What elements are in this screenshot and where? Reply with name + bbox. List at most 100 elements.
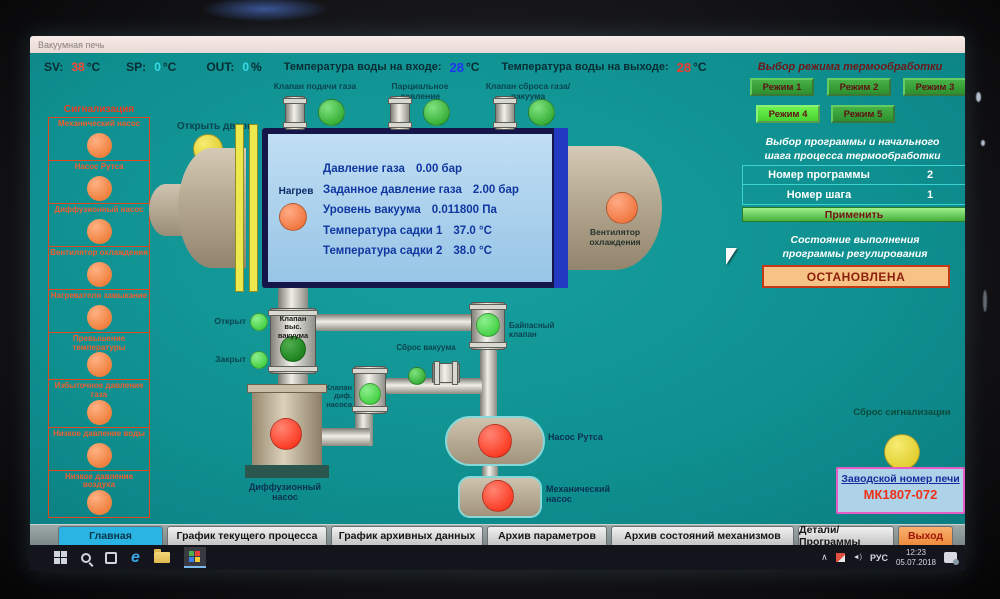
reading-vacuum-level: Уровень вакуума 0.011800 Па — [323, 204, 519, 216]
valve-closed-label: Закрыт — [204, 355, 246, 365]
diffusion-pump-lamp — [270, 418, 302, 450]
tray-flag-icon[interactable] — [836, 553, 845, 562]
step-number-value[interactable]: 1 — [895, 189, 965, 201]
speaker-icon[interactable]: ◄) — [853, 554, 862, 561]
bypass-valve-label: Байпасный клапан — [509, 322, 575, 340]
status-panel-title: Состояние выполнения программы регулиров… — [740, 234, 965, 261]
taskbar-clock[interactable]: 12:23 05.07.2018 — [896, 548, 936, 567]
clock-time: 12:23 — [906, 548, 926, 558]
mode-3-button[interactable]: Режим 3 — [903, 78, 965, 96]
mechanical-pump-label: Механический насос — [546, 484, 632, 504]
valve-open-label: Открыт — [204, 317, 246, 327]
start-button-icon[interactable] — [54, 551, 67, 564]
bypass-valve-lamp — [476, 313, 500, 337]
tab-main[interactable]: Главная — [58, 526, 163, 545]
alarm-label: Низкое давление воздуха — [50, 473, 148, 490]
tab-parts-programs[interactable]: Детали/Программы — [798, 526, 894, 545]
alarm-label: Низкое давление воды — [53, 430, 145, 439]
alarm-panel: Механический насос Насос Рутса Диффузион… — [48, 117, 150, 518]
reading-gas-pressure: Давление газа 0.00 бар — [323, 163, 519, 175]
task-view-icon[interactable] — [105, 552, 117, 564]
notification-center-icon[interactable] — [944, 552, 957, 563]
alarm-item-mech-pump: Механический насос — [48, 117, 150, 161]
out-unit: % — [251, 60, 262, 74]
alarm-item-diff-pump: Диффузионный насос — [48, 204, 150, 247]
search-icon[interactable] — [81, 553, 91, 563]
status-title-line1: Состояние выполнения — [791, 234, 920, 246]
program-title-line2: шага процесса термообработки — [764, 150, 940, 162]
roots-pump-label: Насос Рутса — [548, 432, 620, 442]
alarm-lamp — [87, 262, 112, 287]
alarm-lamp — [87, 219, 112, 244]
program-number-value[interactable]: 2 — [895, 169, 965, 181]
alarm-lamp — [87, 176, 112, 201]
serial-plate: Заводской номер печи МК1807-072 — [836, 467, 965, 514]
program-select-table: Номер программы 2 Номер шага 1 — [742, 165, 965, 205]
tab-archive-data-chart[interactable]: График архивных данных — [331, 526, 483, 545]
hv-pipe — [278, 288, 308, 310]
reading-label: Заданное давление газа — [323, 184, 462, 196]
tab-exit[interactable]: Выход — [898, 526, 953, 545]
mode-4-button[interactable]: Режим 4 — [756, 105, 820, 123]
alarm-label: Избыточное давление газа — [50, 382, 148, 399]
tab-current-process-chart[interactable]: График текущего процесса — [167, 526, 327, 545]
mouse-cursor — [726, 248, 737, 265]
program-number-row[interactable]: Номер программы 2 — [742, 165, 965, 185]
mode-1-button[interactable]: Режим 1 — [750, 78, 814, 96]
program-title-line1: Выбор программы и начального — [766, 136, 940, 148]
alarm-label: Диффузионный насос — [54, 206, 143, 215]
tab-parameter-archive[interactable]: Архив параметров — [487, 526, 607, 545]
furnace-readings: Давление газа 0.00 бар Заданное давление… — [323, 163, 519, 266]
tab-mechanism-state-archive[interactable]: Архив состояний механизмов — [611, 526, 794, 545]
diff-elbow-horizontal — [318, 428, 370, 446]
monitor-glare — [200, 0, 330, 22]
file-explorer-icon[interactable] — [154, 552, 170, 563]
bypass-top-pipe — [316, 314, 474, 331]
bypass-down-pipe — [480, 350, 497, 420]
system-tray: ∧ ◄) РУС 12:23 05.07.2018 — [821, 548, 957, 567]
alarm-item-roots-pump: Насос Рутса — [48, 161, 150, 204]
alarm-panel-title: Сигнализация — [48, 104, 150, 115]
alarm-label: Механический насос — [58, 120, 140, 129]
mode-5-button[interactable]: Режим 5 — [831, 105, 895, 123]
alarm-label: Насос Рутса — [75, 163, 124, 172]
reading-value: 37.0 °C — [453, 225, 491, 237]
monitor-screen: Вакуумная печь SV: 38 °C SP: 0 °C OUT: 0… — [30, 36, 965, 570]
taskbar-icons: e — [54, 547, 206, 568]
alarm-reset-button[interactable] — [884, 434, 920, 470]
program-number-label: Номер программы — [743, 169, 895, 181]
alarm-lamp — [87, 352, 112, 377]
water-out-unit: °C — [693, 60, 706, 74]
edge-browser-icon[interactable]: e — [131, 550, 140, 566]
out-label: OUT: — [206, 60, 234, 74]
bezel-reflection — [976, 92, 981, 102]
gas-supply-valve — [285, 96, 305, 130]
mechanical-pump-lamp — [482, 480, 514, 512]
alarm-lamp — [87, 490, 112, 515]
reading-label: Давление газа — [323, 163, 405, 175]
screen-tabs: Главная График текущего процесса График … — [30, 524, 965, 545]
language-indicator[interactable]: РУС — [870, 553, 888, 563]
out-value: 0 — [242, 60, 249, 74]
mode-2-button[interactable]: Режим 2 — [827, 78, 891, 96]
active-app-icon[interactable] — [184, 547, 206, 568]
alarm-item-low-air: Низкое давление воздуха — [48, 471, 150, 518]
bezel-button-glint — [983, 290, 987, 312]
reading-charge-temp-1: Температура садки 1 37.0 °C — [323, 225, 519, 237]
alarm-lamp — [87, 133, 112, 158]
valve-closed-lamp — [250, 351, 268, 369]
cooling-fan-label: Вентилятор охлаждения — [570, 228, 660, 247]
water-in-value: 28 — [450, 60, 464, 75]
water-in-unit: °C — [466, 60, 479, 74]
diff-pump-valve-lamp — [359, 383, 381, 405]
gas-release-valve — [495, 96, 515, 130]
reading-value: 2.00 бар — [473, 184, 519, 196]
heating-label: Нагрев — [273, 186, 319, 197]
vacuum-release-lamp — [408, 367, 426, 385]
step-number-row[interactable]: Номер шага 1 — [742, 185, 965, 205]
tray-expand-icon[interactable]: ∧ — [821, 552, 828, 563]
serial-label: Заводской номер печи — [838, 473, 963, 485]
status-title-line2: программы регулирования — [783, 248, 928, 260]
reading-label: Уровень вакуума — [323, 204, 421, 216]
apply-button[interactable]: Применить — [742, 207, 965, 222]
